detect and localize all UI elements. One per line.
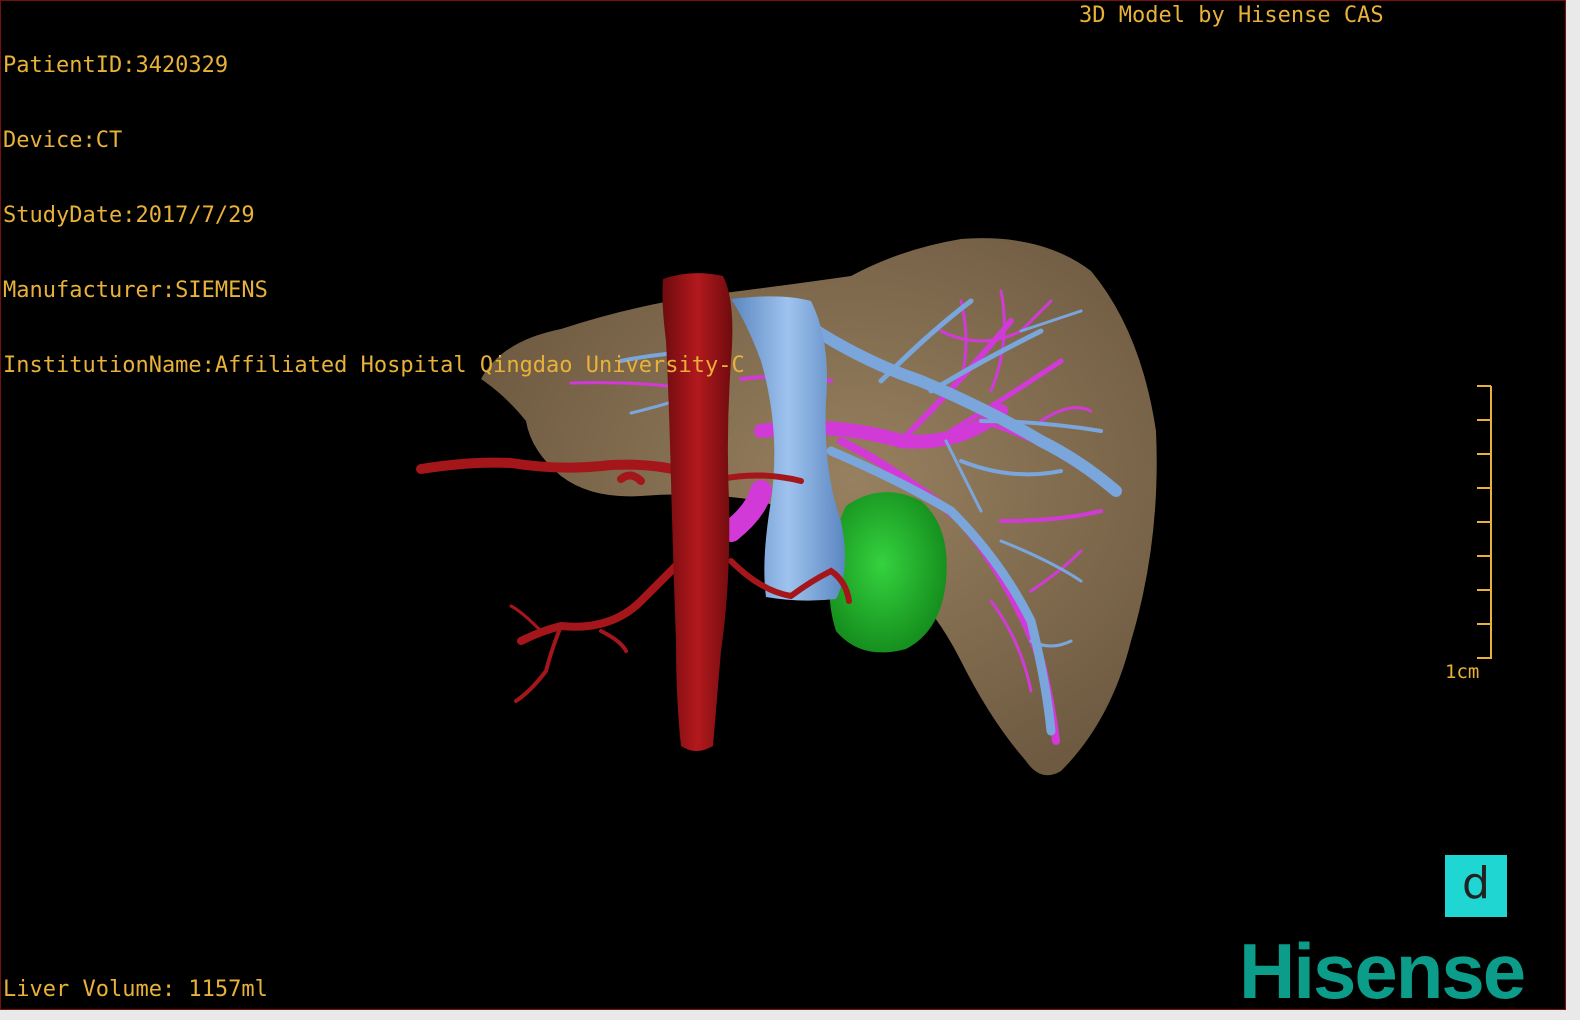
3d-viewport[interactable]: PatientID:3420329 Device:CT StudyDate:20…: [0, 0, 1566, 1010]
window-edge-bottom: [0, 1010, 1580, 1020]
hisense-logo: Hisense: [1239, 927, 1526, 1010]
view-mode-label: d: [1462, 858, 1490, 909]
model-credit-text: 3D Model by Hisense CAS: [1079, 3, 1384, 28]
institution-text: InstitutionName:Affiliated Hospital Qing…: [3, 353, 745, 378]
dicom-info-overlay: PatientID:3420329 Device:CT StudyDate:20…: [3, 3, 745, 428]
study-date-text: StudyDate:2017/7/29: [3, 203, 255, 228]
device-text: Device:CT: [3, 128, 123, 153]
window-edge-right: [1566, 0, 1580, 1020]
liver-volume-text: Liver Volume: 1157ml: [3, 977, 268, 1002]
gallbladder-shape: [829, 492, 947, 653]
view-mode-button[interactable]: d: [1445, 855, 1507, 917]
scale-label: 1cm: [1445, 661, 1480, 683]
patient-id-text: PatientID:3420329: [3, 53, 229, 78]
manufacturer-text: Manufacturer:SIEMENS: [3, 278, 268, 303]
scale-bar: [1477, 385, 1492, 659]
